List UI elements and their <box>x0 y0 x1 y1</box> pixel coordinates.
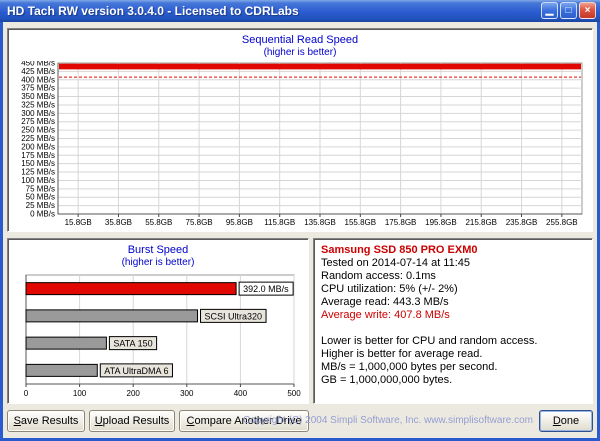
svg-text:0: 0 <box>24 389 29 398</box>
svg-text:175.8GB: 175.8GB <box>385 218 417 227</box>
copyright-text: Copyright (C) 2004 Simpli Software, Inc.… <box>243 415 533 426</box>
burst-chart-subtitle: (higher is better) <box>8 257 308 268</box>
svg-text:100: 100 <box>73 389 87 398</box>
svg-text:95.8GB: 95.8GB <box>226 218 253 227</box>
burst-speed-plot: 0 100 200 300 400 500 392.0 MB/s SCSI Ultra320 S… <box>14 273 302 399</box>
svg-text:0 MB/s: 0 MB/s <box>30 210 55 219</box>
sequential-chart-subtitle: (higher is better) <box>8 47 592 58</box>
svg-text:ATA UltraDMA 6: ATA UltraDMA 6 <box>104 366 168 376</box>
drive-info-lines: Samsung SSD 850 PRO EXM0Tested on 2014-0… <box>314 239 592 392</box>
svg-text:SATA 150: SATA 150 <box>113 339 152 349</box>
info-line: Higher is better for average read. <box>321 348 585 361</box>
burst-chart-title: Burst Speed <box>8 244 308 256</box>
save-results-button[interactable]: Save Results <box>7 410 85 432</box>
info-line: GB = 1,000,000,000 bytes. <box>321 374 585 387</box>
maximize-icon[interactable]: □ <box>560 2 577 19</box>
info-line: MB/s = 1,000,000 bytes per second. <box>321 361 585 374</box>
done-button[interactable]: Done <box>539 410 593 432</box>
svg-text:115.8GB: 115.8GB <box>264 218 295 227</box>
svg-text:75.8GB: 75.8GB <box>186 218 213 227</box>
sequential-read-svg: 450 MB/s425 MB/s400 MB/s375 MB/s350 MB/s… <box>14 61 586 227</box>
burst-speed-chart-panel: Burst Speed (higher is better) 0 100 200 30… <box>7 238 309 404</box>
svg-text:195.8GB: 195.8GB <box>425 218 457 227</box>
svg-text:392.0 MB/s: 392.0 MB/s <box>243 284 289 294</box>
close-icon[interactable]: × <box>579 2 596 19</box>
sequential-read-plot: 450 MB/s425 MB/s400 MB/s375 MB/s350 MB/s… <box>14 61 586 227</box>
svg-text:35.8GB: 35.8GB <box>105 218 132 227</box>
svg-text:215.8GB: 215.8GB <box>465 218 497 227</box>
minimize-icon[interactable]: ▁ <box>541 2 558 19</box>
svg-text:155.8GB: 155.8GB <box>345 218 377 227</box>
info-line: Average write: 407.8 MB/s <box>321 309 585 322</box>
svg-text:SCSI Ultra320: SCSI Ultra320 <box>205 311 263 321</box>
svg-text:300: 300 <box>180 389 194 398</box>
sequential-chart-title: Sequential Read Speed <box>8 34 592 46</box>
sequential-read-chart-panel: Sequential Read Speed (higher is better)… <box>7 28 593 232</box>
upload-results-button[interactable]: Upload Results <box>89 410 175 432</box>
titlebar[interactable]: HD Tach RW version 3.0.4.0 - Licensed to… <box>0 0 600 22</box>
drive-info-panel: Samsung SSD 850 PRO EXM0Tested on 2014-0… <box>313 238 593 404</box>
svg-text:400: 400 <box>234 389 248 398</box>
window-title: HD Tach RW version 3.0.4.0 - Licensed to… <box>7 4 299 18</box>
info-line: Random access: 0.1ms <box>321 270 585 283</box>
info-line: Tested on 2014-07-14 at 11:45 <box>321 257 585 270</box>
hdtach-window: HD Tach RW version 3.0.4.0 - Licensed to… <box>0 0 600 441</box>
burst-speed-svg: 0 100 200 300 400 500 392.0 MB/s SCSI Ultra320 S… <box>14 273 302 399</box>
info-line <box>321 322 585 335</box>
svg-text:200: 200 <box>127 389 141 398</box>
svg-text:235.8GB: 235.8GB <box>506 218 538 227</box>
svg-text:55.8GB: 55.8GB <box>145 218 172 227</box>
info-line: Lower is better for CPU and random acces… <box>321 335 585 348</box>
svg-text:255.8GB: 255.8GB <box>546 218 578 227</box>
info-line: Samsung SSD 850 PRO EXM0 <box>321 244 585 257</box>
svg-text:500: 500 <box>287 389 301 398</box>
dialog-content: Sequential Read Speed (higher is better)… <box>3 22 597 438</box>
info-line: CPU utilization: 5% (+/- 2%) <box>321 283 585 296</box>
svg-text:135.8GB: 135.8GB <box>304 218 336 227</box>
svg-text:15.8GB: 15.8GB <box>65 218 92 227</box>
info-line: Average read: 443.3 MB/s <box>321 296 585 309</box>
window-controls: ▁ □ × <box>541 2 596 19</box>
